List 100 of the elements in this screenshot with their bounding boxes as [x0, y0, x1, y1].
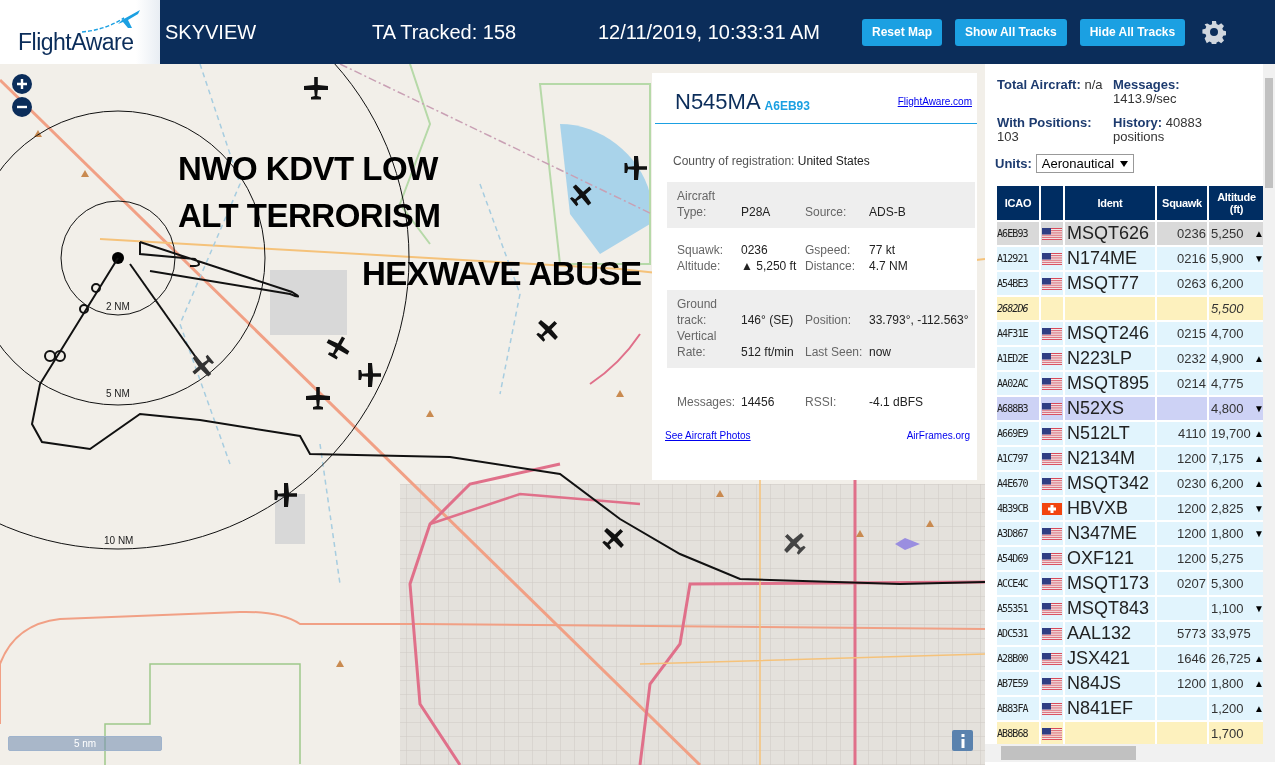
zoom-in-icon[interactable] — [12, 74, 32, 94]
squawk-cell: 0236 — [1157, 222, 1207, 245]
squawk-cell: 0214 — [1157, 372, 1207, 395]
flag-cell — [1041, 297, 1063, 320]
flightaware-link[interactable]: FlightAware.com — [897, 96, 972, 107]
ident-cell: N347ME — [1065, 522, 1155, 545]
squawk-cell — [1157, 722, 1207, 744]
icao-cell[interactable]: A54BE3 — [997, 272, 1039, 295]
scale-bar: 5 nm — [8, 736, 162, 751]
airplane-icon[interactable] — [274, 483, 297, 507]
ident-cell: N2134M — [1065, 447, 1155, 470]
field-value: 33.793°, -112.563° — [869, 312, 969, 328]
field-value: P28A — [741, 204, 772, 220]
altitude-cell: 2,825 ▼ — [1209, 497, 1263, 520]
airplane-icon[interactable] — [602, 528, 624, 550]
field-label: Ground track: — [677, 296, 719, 328]
field-label: Gspeed: — [805, 242, 852, 258]
column-header[interactable]: Ident — [1065, 186, 1155, 220]
squawk-cell — [1157, 297, 1207, 320]
units-label: Units: — [995, 156, 1032, 171]
icao-cell[interactable]: 4B39CB — [997, 497, 1039, 520]
horizontal-scrollbar[interactable] — [985, 744, 1275, 762]
airplane-icon[interactable] — [304, 77, 328, 100]
us-flag-icon — [1042, 727, 1062, 740]
field-label: Squawk: — [677, 242, 725, 258]
airframes-link[interactable]: AirFrames.org — [906, 430, 970, 441]
icao-cell[interactable]: ADC531 — [997, 622, 1039, 645]
icao-cell[interactable]: A4F31E — [997, 322, 1039, 345]
icao-cell[interactable]: AB7E59 — [997, 672, 1039, 695]
icao-cell[interactable]: AB83FA — [997, 697, 1039, 720]
ident-cell: JSX421 — [1065, 647, 1155, 670]
icao-cell[interactable]: A669E9 — [997, 422, 1039, 445]
altitude-cell: 5,300 — [1209, 572, 1263, 595]
squawk-cell: 1200 — [1157, 672, 1207, 695]
ident-cell: MSQT77 — [1065, 272, 1155, 295]
us-flag-icon — [1042, 227, 1062, 240]
tracked-count: TA Tracked: 158 — [372, 20, 518, 44]
airplane-icon[interactable] — [358, 363, 381, 387]
field-label: Distance: — [805, 258, 857, 274]
country-of-registration: Country of registration: United States — [672, 153, 871, 170]
info-icon[interactable] — [952, 730, 973, 751]
squawk-cell: 1200 — [1157, 497, 1207, 520]
icao-cell[interactable]: A55351 — [997, 597, 1039, 620]
field-value: 512 ft/min — [741, 344, 795, 360]
ident-cell: MSQT895 — [1065, 372, 1155, 395]
us-flag-icon — [1042, 452, 1062, 465]
icao-cell[interactable]: A54D69 — [997, 547, 1039, 570]
icao-cell[interactable]: A28B00 — [997, 647, 1039, 670]
us-flag-icon — [1042, 577, 1062, 590]
field-label: Vertical Rate: — [677, 328, 718, 360]
stat-text: With Positions: 103 — [997, 116, 1093, 144]
icao-cell[interactable]: A12921 — [997, 247, 1039, 270]
airplane-icon[interactable] — [784, 533, 806, 555]
airplane-icon[interactable] — [536, 320, 558, 342]
field-label: Last Seen: — [805, 344, 864, 360]
icao-cell[interactable]: AA02AC — [997, 372, 1039, 395]
airplane-icon[interactable] — [326, 336, 350, 360]
altitude-cell: 7,175 ▲ — [1209, 447, 1263, 470]
ident-cell: N84JS — [1065, 672, 1155, 695]
airplane-logo-icon — [80, 8, 142, 34]
icao-cell[interactable]: A688B3 — [997, 397, 1039, 420]
altitude-cell: 26,725 ▲ — [1209, 647, 1263, 670]
field-label: Aircraft Type: — [677, 188, 716, 220]
icao-cell[interactable]: A4E670 — [997, 472, 1039, 495]
field-value: 77 kt — [869, 242, 896, 258]
icao-cell[interactable]: A6EB93 — [997, 222, 1039, 245]
column-header[interactable]: Squawk — [1157, 186, 1207, 220]
squawk-cell: 1200 — [1157, 547, 1207, 570]
map-annotation: HEXWAVE ABUSE — [362, 255, 642, 293]
airplane-icon[interactable] — [306, 387, 330, 410]
ident-cell: MSQT173 — [1065, 572, 1155, 595]
us-flag-icon — [1042, 327, 1062, 340]
column-header[interactable]: Altitude (ft) — [1209, 186, 1263, 220]
airplane-icon[interactable] — [624, 156, 647, 180]
altitude-cell: 4,900 ▲ — [1209, 347, 1263, 370]
us-flag-icon — [1042, 252, 1062, 265]
ident-cell: HBVXB — [1065, 497, 1155, 520]
icao-cell[interactable]: A1C797 — [997, 447, 1039, 470]
icao-cell[interactable]: ACCE4C — [997, 572, 1039, 595]
icao-cell[interactable]: AB8B68 — [997, 722, 1039, 744]
altitude-cell: 5,900 ▼ — [1209, 247, 1263, 270]
column-header-blank — [1041, 186, 1063, 220]
icao-cell[interactable]: 2682D6 — [997, 297, 1039, 320]
units-select[interactable]: Aeronautical — [1035, 154, 1135, 173]
icao-cell[interactable]: A3D867 — [997, 522, 1039, 545]
airplane-icon[interactable] — [192, 354, 214, 377]
altitude-cell: 1,100 ▼ — [1209, 597, 1263, 620]
ident-cell: AAL132 — [1065, 622, 1155, 645]
airplane-icon[interactable] — [570, 184, 592, 207]
icao-cell[interactable]: A1ED2E — [997, 347, 1039, 370]
aircraft-photos-link[interactable]: See Aircraft Photos — [665, 430, 751, 441]
field-label: RSSI: — [805, 394, 838, 410]
settings-icon[interactable] — [1202, 20, 1227, 44]
stat-text: History: 40883 positions — [1113, 116, 1203, 144]
zoom-out-icon[interactable] — [12, 97, 32, 117]
field-value: -4.1 dBFS — [869, 394, 925, 410]
column-header[interactable]: ICAO — [997, 186, 1039, 220]
field-value: now — [869, 344, 892, 360]
vertical-scrollbar[interactable] — [1263, 64, 1275, 744]
altitude-cell: 5,250 ▲ — [1209, 222, 1263, 245]
